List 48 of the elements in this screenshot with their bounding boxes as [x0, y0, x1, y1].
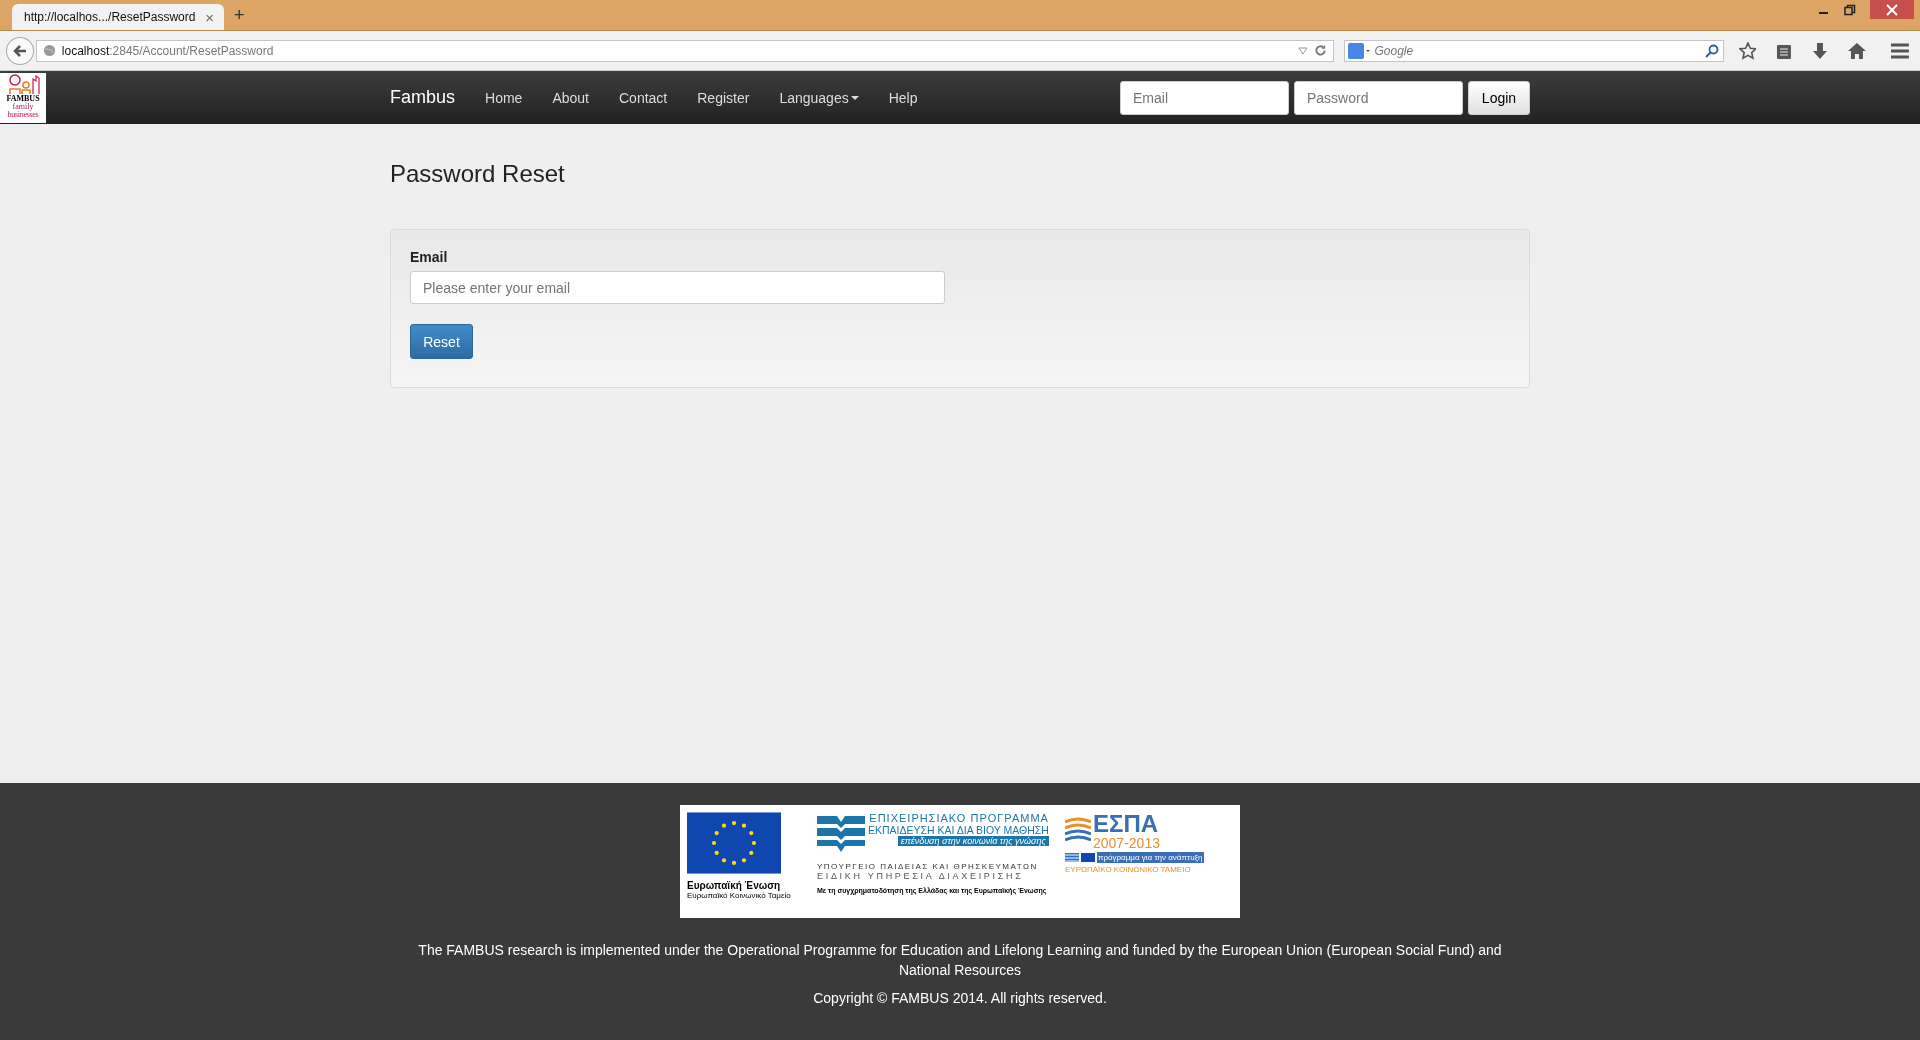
- nav-link[interactable]: Languages: [779, 89, 859, 106]
- address-bar[interactable]: localhost:2845/Account/ResetPassword: [35, 39, 1334, 62]
- menu-icon[interactable]: [1891, 42, 1909, 59]
- copyright-text: Copyright © FAMBUS 2014. All rights reserved.: [813, 990, 1107, 1006]
- nav-link[interactable]: Register: [697, 89, 750, 106]
- browser-tab[interactable]: http://localhos.../ResetPassword ×: [12, 4, 224, 30]
- espa-years: 2007-2013: [1093, 836, 1160, 850]
- ministry-name: ΥΠΟΥΡΓΕΙΟ ΠΑΙΔΕΙΑΣ ΚΑΙ ΘΡΗΣΚΕΥΜΑΤΩΝ: [817, 862, 1039, 871]
- download-icon[interactable]: [1812, 41, 1829, 60]
- reset-button[interactable]: Reset: [410, 324, 473, 359]
- close-tab-button[interactable]: ×: [205, 8, 214, 26]
- reload-icon[interactable]: [1313, 44, 1327, 57]
- flags-icon: [1065, 853, 1095, 862]
- programme-name: ΕΚΠΑΙΔΕΥΣΗ ΚΑΙ ΔΙΑ ΒΙΟΥ ΜΑΘΗΣΗ: [868, 824, 1049, 836]
- programme-motto: επένδυση στην κοινωνία της γνώσης: [897, 836, 1049, 846]
- page-title: Password Reset: [390, 160, 566, 188]
- new-tab-button[interactable]: +: [234, 5, 245, 26]
- nav-link[interactable]: Help: [888, 89, 918, 106]
- back-arrow-icon: [11, 42, 28, 59]
- star-icon[interactable]: [1738, 41, 1757, 60]
- nav-link[interactable]: Home: [485, 89, 523, 106]
- back-button[interactable]: [6, 36, 34, 65]
- restore-icon[interactable]: [1844, 4, 1856, 16]
- eu-name: Ευρωπαϊκή Ένωση: [687, 880, 781, 891]
- site-logo[interactable]: FAMBUS family businesses: [0, 73, 46, 123]
- email-field[interactable]: Email: [1120, 80, 1289, 115]
- close-icon: [1886, 3, 1898, 16]
- nav-link[interactable]: About: [552, 89, 589, 106]
- email-label: Email: [410, 249, 448, 265]
- eu-fund: Ευρωπαϊκό Κοινωνικό Ταμείο: [687, 891, 792, 900]
- flag-icon: [687, 812, 781, 874]
- espa-logo: ΕΣΠΑ: [1093, 812, 1160, 836]
- close-window-button[interactable]: [1870, 0, 1914, 19]
- nav-link[interactable]: Contact: [619, 89, 668, 106]
- email-input[interactable]: Please enter your email: [410, 271, 945, 304]
- espa-fund: ΕΥΡΩΠΑΪΚΟ ΚΟΙΝΩΝΙΚΟ ΤΑΜΕΙΟ: [1065, 865, 1192, 874]
- brand-link[interactable]: Fambus: [390, 87, 456, 108]
- search-engine-icon[interactable]: [1347, 42, 1370, 59]
- search-icon[interactable]: [1704, 43, 1719, 58]
- funding-text: The FAMBUS research is implemented under the Operational Programme for Education and Lifelong Learning and funded by the European Union (European Social Fund) and National Resources: [417, 941, 1503, 980]
- espa-slogan: πρόγραμμα για την ανάπτυξη: [1097, 852, 1204, 863]
- password-field[interactable]: Password: [1294, 80, 1463, 115]
- login-button[interactable]: Login: [1468, 80, 1530, 115]
- home-icon[interactable]: [1848, 41, 1867, 60]
- programme-title: ΕΠΙΧΕΙΡΗΣΙΑΚΟ ΠΡΟΓΡΑΜΜΑ: [869, 812, 1049, 824]
- globe-icon: [42, 44, 56, 57]
- search-field[interactable]: Google: [1343, 39, 1724, 62]
- service-name: ΕΙΔΙΚΗ ΥΠΗΡΕΣΙΑ ΔΙΑΧΕΙΡΙΣΗΣ: [817, 871, 1025, 881]
